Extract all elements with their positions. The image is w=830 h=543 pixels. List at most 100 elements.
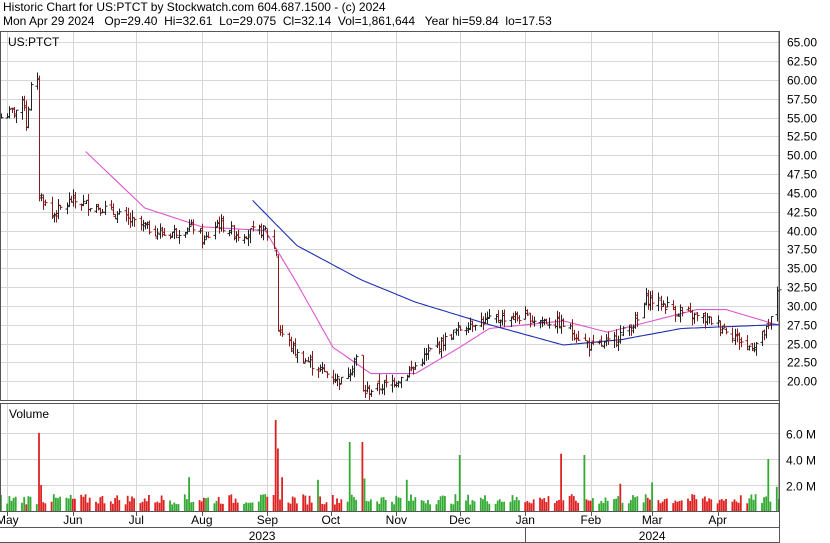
volume-bar — [408, 500, 410, 511]
volume-bar — [731, 501, 734, 511]
volume-bar — [287, 502, 290, 511]
volume-bar — [530, 503, 533, 511]
volume-bar — [266, 496, 269, 511]
volume-bar — [230, 494, 233, 511]
volume-bar — [617, 496, 620, 511]
volume-bar — [587, 500, 590, 511]
volume-bar — [568, 496, 571, 511]
price-tick-label: 65.00 — [787, 36, 817, 50]
volume-bar — [338, 503, 341, 511]
volume-bar — [370, 499, 372, 511]
volume-bar — [200, 501, 203, 511]
volume-bar — [304, 495, 307, 511]
volume-bar — [570, 494, 573, 511]
volume-bar — [486, 501, 489, 511]
volume-bar — [410, 494, 412, 511]
volume-bar — [651, 482, 653, 511]
volume-bar — [547, 496, 550, 511]
volume-bar — [306, 504, 309, 511]
volume-bar — [213, 503, 216, 511]
volume-bar — [317, 479, 319, 511]
volume-bar — [515, 496, 518, 511]
volume-bar — [545, 502, 548, 511]
price-tick-label: 22.50 — [787, 356, 817, 370]
volume-bar — [188, 477, 190, 511]
volume-bar — [739, 495, 742, 511]
volume-bar — [575, 500, 577, 511]
volume-bar — [674, 500, 677, 511]
volume-bar — [706, 501, 708, 511]
price-tick-label: 27.50 — [787, 319, 817, 333]
volume-bar — [103, 503, 106, 511]
volume-bar — [35, 504, 38, 511]
volume-bar — [21, 502, 23, 511]
volume-bar — [116, 495, 119, 511]
volume-bar — [661, 501, 664, 511]
volume-bar — [441, 495, 444, 511]
volume-bar — [528, 502, 531, 511]
volume-bar — [143, 498, 146, 511]
volume-bar — [109, 501, 112, 511]
volume-bar — [754, 494, 757, 511]
volume-bar — [308, 495, 311, 511]
volume-bar — [249, 502, 252, 511]
volume-bar — [8, 496, 11, 511]
volume-bar — [310, 502, 313, 511]
volume-bar — [621, 502, 624, 511]
volume-bar — [336, 498, 338, 511]
volume-bar — [444, 496, 446, 511]
volume-bar — [156, 501, 159, 511]
volume-bar — [710, 499, 713, 511]
volume-bar — [177, 504, 180, 511]
volume-bar — [524, 502, 527, 511]
volume-bar — [763, 497, 765, 511]
volume-bar — [52, 494, 55, 511]
volume-bar — [708, 498, 710, 511]
volume-bar — [10, 500, 13, 511]
volume-bar — [236, 502, 239, 511]
volume-bar — [97, 503, 100, 511]
volume-bar — [158, 502, 161, 511]
month-label: May — [0, 513, 19, 527]
volume-bar — [378, 503, 381, 511]
volume-bar — [479, 497, 482, 511]
volume-bar — [583, 455, 586, 511]
year-label: 2023 — [249, 529, 276, 543]
volume-bar — [465, 500, 467, 511]
volume-bar — [186, 499, 188, 511]
price-tick-label: 25.00 — [787, 338, 817, 352]
price-tick-label: 37.50 — [787, 243, 817, 257]
price-tick-label: 55.00 — [787, 112, 817, 126]
volume-bar — [716, 503, 719, 511]
volume-bar — [331, 495, 334, 511]
volume-bar — [592, 498, 594, 511]
volume-bar — [619, 483, 622, 511]
volume-bar — [769, 501, 772, 511]
volume-bar — [334, 504, 336, 511]
volume-bar — [748, 498, 751, 511]
price-tick-label: 20.00 — [787, 375, 817, 389]
volume-bar — [526, 501, 529, 511]
month-label: Dec — [449, 513, 470, 527]
price-tick-label: 32.50 — [787, 281, 817, 295]
volume-bar — [680, 500, 683, 511]
month-label: Aug — [191, 513, 212, 527]
volume-bar — [737, 502, 740, 511]
volume-bar — [55, 497, 57, 511]
volume-bar — [234, 498, 237, 511]
volume-bar — [12, 497, 15, 511]
volume-bar — [395, 495, 398, 511]
volume-bar — [701, 498, 704, 511]
volume-bar — [183, 494, 186, 511]
volume-bar — [69, 494, 72, 511]
volume-bar — [272, 495, 275, 511]
volume-bar — [666, 498, 668, 511]
volume-bar — [543, 498, 546, 511]
volume-bar — [539, 497, 541, 511]
volume-bar — [657, 500, 660, 511]
volume-bar — [735, 501, 738, 511]
volume-bar — [251, 502, 254, 511]
volume-bar — [704, 496, 706, 511]
volume-bar — [558, 499, 560, 511]
volume-bar — [532, 499, 535, 511]
